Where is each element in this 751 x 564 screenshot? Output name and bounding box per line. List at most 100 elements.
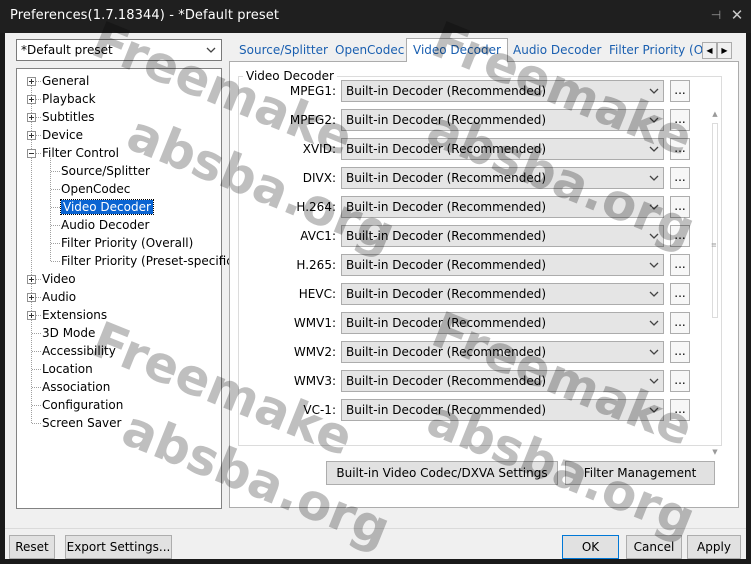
chevron-down-icon xyxy=(649,88,659,94)
preferences-window: Preferences(1.7.18344) - *Default preset… xyxy=(0,0,751,564)
decoder-select-value: Built-in Decoder (Recommended) xyxy=(346,374,547,388)
decoder-options-button[interactable]: ... xyxy=(670,167,690,189)
decoder-options-button[interactable]: ... xyxy=(670,138,690,160)
expand-icon[interactable] xyxy=(27,95,36,104)
tree-line xyxy=(32,387,41,388)
expand-icon[interactable] xyxy=(27,275,36,284)
tree-item-screen-saver[interactable]: Screen Saver xyxy=(42,414,121,432)
tab-opencodec[interactable]: OpenCodec xyxy=(335,41,404,61)
decoder-select-value: Built-in Decoder (Recommended) xyxy=(346,84,547,98)
tree-item-label: Association xyxy=(42,380,111,394)
decoder-select[interactable]: Built-in Decoder (Recommended) xyxy=(341,138,664,160)
tree-item-configuration[interactable]: Configuration xyxy=(42,396,123,414)
decoder-select[interactable]: Built-in Decoder (Recommended) xyxy=(341,167,664,189)
tab-source-splitter[interactable]: Source/Splitter xyxy=(239,41,328,61)
decoder-label: H.264: xyxy=(296,200,336,214)
decoder-options-button[interactable]: ... xyxy=(670,196,690,218)
tree-item-video[interactable]: Video xyxy=(42,270,76,288)
chevron-down-icon xyxy=(649,233,659,239)
tree-item-opencodec[interactable]: OpenCodec xyxy=(61,180,130,198)
decoder-options-button[interactable]: ... xyxy=(670,80,690,102)
reset-button[interactable]: Reset xyxy=(9,535,55,559)
close-icon[interactable]: ✕ xyxy=(729,7,745,23)
expand-icon[interactable] xyxy=(27,77,36,86)
decoder-options-button[interactable]: ... xyxy=(670,283,690,305)
decoder-options-button[interactable]: ... xyxy=(670,399,690,421)
decoder-options-button[interactable]: ... xyxy=(670,254,690,276)
collapse-icon[interactable] xyxy=(27,149,36,158)
tree-item-video-decoder[interactable]: Video Decoder xyxy=(60,198,154,216)
decoder-select[interactable]: Built-in Decoder (Recommended) xyxy=(341,80,664,102)
tree-line xyxy=(51,189,60,190)
filter-management-button[interactable]: Filter Management xyxy=(565,461,715,485)
tree-item-playback[interactable]: Playback xyxy=(42,90,96,108)
tree-line xyxy=(32,333,41,334)
tab-scroll-right-icon[interactable]: ▶ xyxy=(717,42,732,59)
group-scrollbar[interactable]: ▲ ≡ ▼ xyxy=(710,109,720,457)
decoder-select-value: Built-in Decoder (Recommended) xyxy=(346,258,547,272)
tree-item-label: 3D Mode xyxy=(42,326,96,340)
decoder-select[interactable]: Built-in Decoder (Recommended) xyxy=(341,283,664,305)
ok-button[interactable]: OK xyxy=(562,535,619,559)
decoder-select-value: Built-in Decoder (Recommended) xyxy=(346,345,547,359)
chevron-down-icon xyxy=(649,291,659,297)
tree-item-filter-priority-preset-specific[interactable]: Filter Priority (Preset-specific) xyxy=(61,252,238,270)
chevron-down-icon xyxy=(649,204,659,210)
decoder-options-button[interactable]: ... xyxy=(670,341,690,363)
tree-item-filter-control[interactable]: Filter Control xyxy=(42,144,119,162)
pin-icon[interactable]: ⊣ xyxy=(709,8,723,22)
preset-dropdown[interactable]: *Default preset xyxy=(16,39,222,61)
decoder-select[interactable]: Built-in Decoder (Recommended) xyxy=(341,109,664,131)
tree-item-subtitles[interactable]: Subtitles xyxy=(42,108,95,126)
tab-filter-priority-ov[interactable]: Filter Priority (Ov xyxy=(609,41,710,61)
scroll-thumb[interactable] xyxy=(712,123,718,318)
decoder-options-button[interactable]: ... xyxy=(670,312,690,334)
decoder-label: WMV2: xyxy=(293,345,336,359)
tree-item-audio-decoder[interactable]: Audio Decoder xyxy=(61,216,149,234)
cancel-button[interactable]: Cancel xyxy=(626,535,682,559)
scroll-down-icon[interactable]: ▼ xyxy=(710,447,720,457)
tab-strip: Source/Splitter OpenCodec Video Decoder Aud… xyxy=(229,38,739,62)
tree-item-3d-mode[interactable]: 3D Mode xyxy=(42,324,95,342)
decoder-options-button[interactable]: ... xyxy=(670,370,690,392)
decoder-options-button[interactable]: ... xyxy=(670,109,690,131)
tree-item-label: Playback xyxy=(42,92,96,106)
decoder-options-button[interactable]: ... xyxy=(670,225,690,247)
apply-button[interactable]: Apply xyxy=(687,535,741,559)
title-bar[interactable]: Preferences(1.7.18344) - *Default preset… xyxy=(0,0,751,33)
scroll-up-icon[interactable]: ▲ xyxy=(710,109,720,119)
tab-audio-decoder[interactable]: Audio Decoder xyxy=(513,41,601,61)
tree-item-extensions[interactable]: Extensions xyxy=(42,306,107,324)
export-settings-button[interactable]: Export Settings... xyxy=(65,535,172,559)
tab-video-decoder[interactable]: Video Decoder xyxy=(406,38,508,62)
tree-item-device[interactable]: Device xyxy=(42,126,83,144)
decoder-select[interactable]: Built-in Decoder (Recommended) xyxy=(341,254,664,276)
decoder-label: WMV3: xyxy=(293,374,336,388)
decoder-select[interactable]: Built-in Decoder (Recommended) xyxy=(341,225,664,247)
settings-tree[interactable]: General Playback Subtitles Device Filter Con… xyxy=(16,68,238,509)
expand-icon[interactable] xyxy=(27,311,36,320)
tree-item-filter-priority-overall[interactable]: Filter Priority (Overall) xyxy=(61,234,193,252)
decoder-select-value: Built-in Decoder (Recommended) xyxy=(346,113,547,127)
expand-icon[interactable] xyxy=(27,293,36,302)
decoder-select-value: Built-in Decoder (Recommended) xyxy=(346,229,547,243)
decoder-select[interactable]: Built-in Decoder (Recommended) xyxy=(341,312,664,334)
decoder-label: AVC1: xyxy=(300,229,336,243)
chevron-down-icon xyxy=(649,117,659,123)
tree-item-source-splitter[interactable]: Source/Splitter xyxy=(61,162,150,180)
expand-icon[interactable] xyxy=(27,113,36,122)
tree-item-association[interactable]: Association xyxy=(42,378,110,396)
tree-item-audio[interactable]: Audio xyxy=(42,288,76,306)
decoder-select[interactable]: Built-in Decoder (Recommended) xyxy=(341,370,664,392)
tree-line xyxy=(32,405,41,406)
tree-item-general[interactable]: General xyxy=(42,72,89,90)
decoder-select[interactable]: Built-in Decoder (Recommended) xyxy=(341,341,664,363)
tree-item-location[interactable]: Location xyxy=(42,360,93,378)
codec-settings-button[interactable]: Built-in Video Codec/DXVA Settings xyxy=(326,461,558,485)
decoder-select-value: Built-in Decoder (Recommended) xyxy=(346,287,547,301)
decoder-select[interactable]: Built-in Decoder (Recommended) xyxy=(341,196,664,218)
expand-icon[interactable] xyxy=(27,131,36,140)
decoder-select[interactable]: Built-in Decoder (Recommended) xyxy=(341,399,664,421)
tab-scroll-left-icon[interactable]: ◀ xyxy=(702,42,717,59)
tree-item-accessibility[interactable]: Accessibility xyxy=(42,342,116,360)
